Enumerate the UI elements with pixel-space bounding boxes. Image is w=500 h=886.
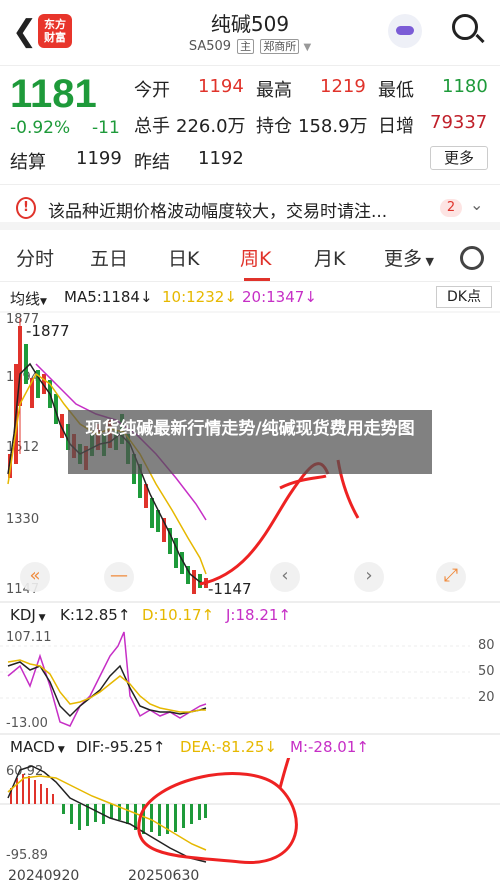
exchange-tag: 郑商所	[260, 39, 300, 54]
zoom-out-left-icon[interactable]: «	[20, 562, 50, 592]
prev-settle-value: 1192	[198, 148, 244, 169]
high-value: 1219	[320, 76, 366, 97]
hand-drawn-circle	[137, 772, 298, 864]
low-label: 最低	[378, 80, 414, 101]
x-axis-date-end: 20250630	[128, 868, 200, 884]
robot-icon[interactable]	[388, 14, 422, 48]
high-label: 最高	[256, 80, 292, 101]
last-price: 1181	[10, 72, 97, 116]
chevron-left-icon[interactable]: ‹	[270, 562, 300, 592]
kdj-j-label: J:18.21↑	[226, 606, 291, 624]
main-contract-tag: 主	[237, 39, 255, 54]
change-percent: -0.92%	[10, 118, 71, 138]
period-tabs: 分时 五日 日K 周K 月K 更多 ▼	[0, 238, 500, 282]
daily-increase-label: 日增	[378, 116, 414, 137]
tab-more-label: 更多	[384, 248, 423, 270]
kdj-d-line	[7, 659, 206, 713]
search-icon[interactable]	[452, 14, 478, 40]
caret-down-icon: ▼	[422, 255, 434, 268]
minus-icon[interactable]: —	[104, 562, 134, 592]
hand-drawn-stroke	[278, 758, 291, 789]
macd-legend: MACD ▼ DIF:-95.25↑ DEA:-81.25↓ M:-28.01↑	[0, 736, 500, 758]
kdj-chart[interactable]	[0, 626, 500, 736]
quote-panel: 1181 -0.92% -11 结算 1199 今开 1194 最高 1219 …	[0, 66, 500, 180]
gear-icon[interactable]	[460, 246, 484, 270]
caret-down-icon: ▼	[54, 745, 65, 755]
volume-label: 总手	[134, 116, 170, 137]
tab-more[interactable]: 更多 ▼	[384, 244, 434, 271]
warning-icon: !	[16, 197, 36, 219]
caret-down-icon: ▼	[35, 613, 46, 623]
settle-label: 结算	[10, 152, 46, 173]
daily-increase-value: 79337	[430, 112, 488, 133]
macd-selector[interactable]: MACD ▼	[10, 738, 65, 756]
tab-intraday[interactable]: 分时	[16, 244, 54, 271]
contract-code: SA509	[188, 39, 232, 54]
tab-monthly-k[interactable]: 月K	[314, 244, 345, 271]
kdj-d-label: D:10.17↑	[142, 606, 215, 624]
macd-dif-label: DIF:-95.25↑	[76, 738, 166, 756]
top-bar: ❮ 东方 财富 纯碱509 SA509 主 郑商所 ▼	[0, 0, 500, 66]
chevron-down-icon: ▼	[303, 42, 312, 53]
macd-m-label: M:-28.01↑	[290, 738, 369, 756]
kdj-k-label: K:12.85↑	[60, 606, 131, 624]
page-title: 纯碱509	[210, 12, 290, 36]
kdj-k-line	[7, 661, 207, 718]
open-interest-label: 持仓	[256, 116, 292, 137]
change-value: -11	[92, 118, 120, 138]
volume-value: 226.0万	[176, 116, 246, 137]
chevron-right-icon[interactable]: ›	[354, 562, 384, 592]
settle-value: 1199	[76, 148, 122, 169]
article-title-overlay: 现货纯碱最新行情走势/纯碱现货费用走势图	[68, 410, 432, 474]
tab-weekly-k[interactable]: 周K	[240, 244, 271, 271]
open-interest-value: 158.9万	[298, 116, 368, 137]
kdj-selector[interactable]: KDJ ▼	[10, 606, 46, 624]
tab-five-day[interactable]: 五日	[90, 244, 128, 271]
chevron-down-icon[interactable]: ⌄	[470, 195, 483, 214]
tab-daily-k[interactable]: 日K	[168, 244, 199, 271]
low-value: 1180	[442, 76, 488, 97]
hand-drawn-arrow	[199, 462, 330, 586]
contract-code-line[interactable]: SA509 主 郑商所 ▼	[0, 38, 500, 54]
fullscreen-icon[interactable]: ⤢	[436, 562, 466, 592]
prev-settle-label: 昨结	[134, 152, 170, 173]
notice-count-badge: 2	[440, 199, 462, 217]
open-label: 今开	[134, 80, 170, 101]
notice-text: 该品种近期价格波动幅度较大，交易时请注...	[48, 202, 388, 222]
active-tab-indicator	[244, 278, 270, 281]
macd-dea-label: DEA:-81.25↓	[180, 738, 278, 756]
open-value: 1194	[198, 76, 244, 97]
more-quote-button[interactable]: 更多	[430, 146, 488, 170]
macd-name: MACD	[10, 738, 55, 756]
risk-notice-bar[interactable]: ! 该品种近期价格波动幅度较大，交易时请注... 2 ⌄	[0, 184, 500, 230]
kdj-legend: KDJ ▼ K:12.85↑ D:10.17↑ J:18.21↑	[0, 604, 500, 626]
macd-chart[interactable]	[0, 758, 500, 868]
x-axis-date-start: 20240920	[8, 868, 80, 884]
kdj-name: KDJ	[10, 606, 36, 624]
